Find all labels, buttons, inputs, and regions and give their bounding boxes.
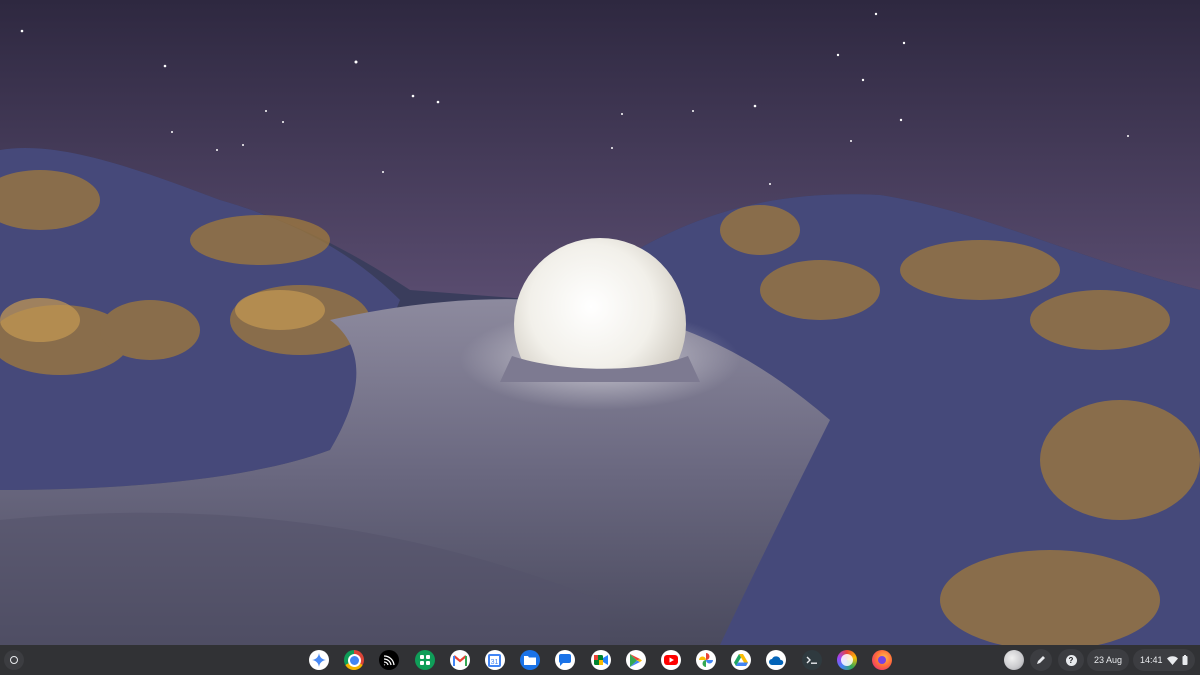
wifi-icon xyxy=(1166,655,1178,665)
terminal-icon[interactable] xyxy=(801,650,822,670)
wallpaper xyxy=(0,0,1200,645)
youtube-icon[interactable] xyxy=(660,650,681,670)
calendar-icon[interactable]: 31 xyxy=(484,650,505,670)
pinned-apps: 31 xyxy=(309,650,892,670)
chrome-icon[interactable] xyxy=(344,650,365,670)
app-grid-icon[interactable] xyxy=(414,650,435,670)
cast-icon[interactable] xyxy=(379,650,400,670)
firefox-icon[interactable] xyxy=(872,650,892,670)
messages-icon[interactable] xyxy=(555,650,576,670)
date-tray[interactable]: 23 Aug xyxy=(1087,649,1129,671)
battery-icon xyxy=(1182,655,1188,665)
drive-icon[interactable] xyxy=(731,650,752,670)
chromeos-desktop: 31 ? 23 Aug 14:41 xyxy=(0,0,1200,675)
gmail-icon[interactable] xyxy=(449,650,470,670)
launcher-button[interactable] xyxy=(4,650,24,670)
photos-icon[interactable] xyxy=(696,650,717,670)
meet-icon[interactable] xyxy=(590,650,611,670)
colorful-app-icon[interactable] xyxy=(836,650,857,670)
status-area[interactable]: 14:41 xyxy=(1133,649,1195,671)
play-store-icon[interactable] xyxy=(625,650,646,670)
clock: 14:41 xyxy=(1140,655,1163,665)
help-button[interactable]: ? xyxy=(1058,649,1084,671)
launcher-icon xyxy=(10,656,18,664)
gemini-icon[interactable] xyxy=(309,650,329,670)
help-icon: ? xyxy=(1065,654,1077,666)
user-avatar[interactable] xyxy=(1004,650,1024,670)
files-icon[interactable] xyxy=(520,650,541,670)
shelf: 31 ? 23 Aug 14:41 xyxy=(0,645,1200,675)
svg-text:31: 31 xyxy=(491,659,499,666)
onedrive-icon[interactable] xyxy=(766,650,787,670)
stylus-icon xyxy=(1037,656,1045,664)
stylus-tools-button[interactable] xyxy=(1030,649,1052,671)
